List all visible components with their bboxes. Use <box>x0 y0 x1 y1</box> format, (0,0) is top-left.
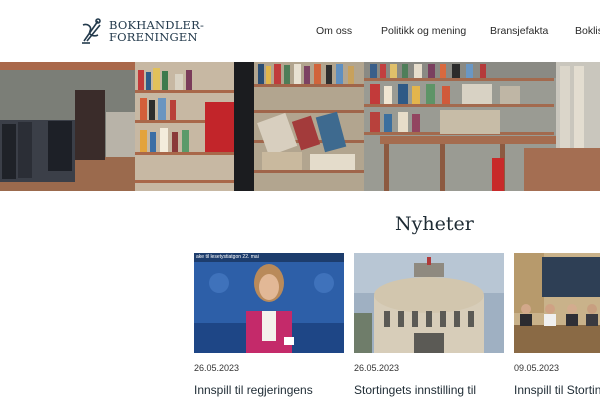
nav-item-politikk-og-mening[interactable]: Politikk og mening <box>381 25 466 37</box>
nav-item-bransjefakta[interactable]: Bransjefakta <box>490 25 548 37</box>
news-card[interactable]: 09.05.2023 Innspill til Storting <box>514 253 600 400</box>
news-date: 09.05.2023 <box>514 363 560 373</box>
news-heading: Nyheter <box>395 213 474 235</box>
site-header: BOKHANDLER- FORENINGEN Om oss Politikk o… <box>0 0 600 62</box>
news-thumbnail[interactable] <box>514 253 600 353</box>
hero-image <box>0 62 600 191</box>
news-card[interactable]: ake til lesetystiatgon 22. mai 26.05.202… <box>194 253 344 400</box>
nav-item-boklis[interactable]: Boklis <box>575 25 600 37</box>
parliament-building-photo-icon <box>354 253 504 353</box>
news-thumbnail[interactable]: ake til lesetystiatgon 22. mai <box>194 253 344 353</box>
news-date: 26.05.2023 <box>354 363 400 373</box>
news-card[interactable]: 26.05.2023 Stortingets innstilling til <box>354 253 504 400</box>
news-headline[interactable]: Innspill til Storting <box>514 383 600 398</box>
bookstore-photo <box>0 62 600 191</box>
nav-item-om-oss[interactable]: Om oss <box>316 25 352 37</box>
main-nav: Om oss Politikk og mening Bransjefakta B… <box>0 25 600 39</box>
news-date: 26.05.2023 <box>194 363 240 373</box>
thumbnail-caption: ake til lesetystiatgon 22. mai <box>194 253 344 262</box>
news-headline[interactable]: Stortingets innstilling til <box>354 383 504 398</box>
news-headline[interactable]: Innspill til regjeringens <box>194 383 344 398</box>
speaker-photo-icon <box>194 253 344 353</box>
committee-meeting-photo-icon <box>514 253 600 353</box>
news-thumbnail[interactable] <box>354 253 504 353</box>
